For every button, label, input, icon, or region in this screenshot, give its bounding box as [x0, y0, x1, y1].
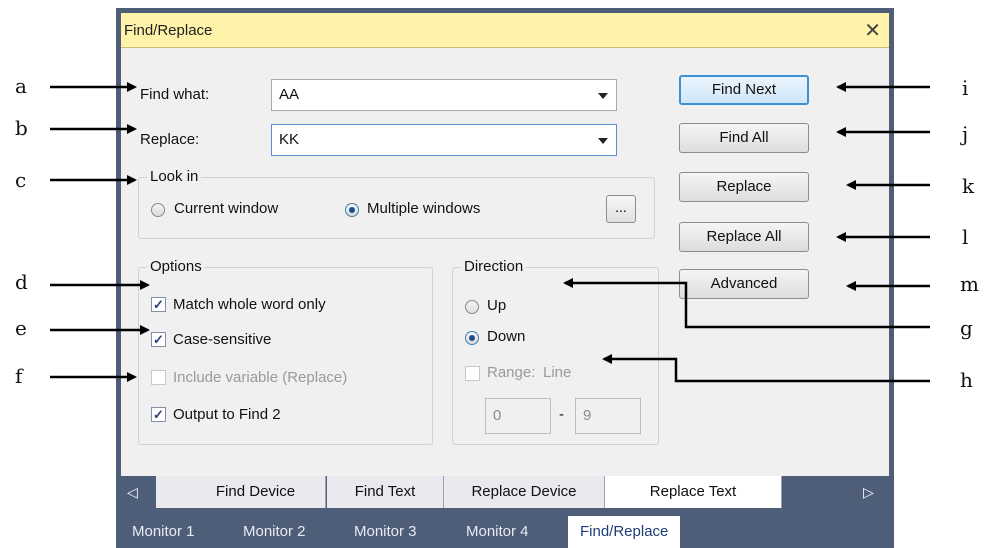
callout-g: g: [960, 316, 973, 340]
arrow-g: [563, 278, 930, 329]
callout-h: h: [960, 368, 973, 392]
callout-d: d: [15, 270, 28, 294]
callout-f: f: [15, 364, 23, 388]
callout-l: l: [962, 225, 969, 249]
callout-a: a: [15, 74, 27, 98]
callout-i: i: [962, 76, 969, 100]
callout-b: b: [15, 116, 28, 140]
arrow-h: [602, 354, 930, 383]
callout-k: k: [962, 174, 975, 198]
callout-m: m: [960, 272, 979, 296]
callout-arrows: [50, 82, 930, 383]
callout-e: e: [15, 316, 27, 340]
callout-j: j: [962, 122, 969, 146]
callout-c: c: [15, 168, 27, 192]
